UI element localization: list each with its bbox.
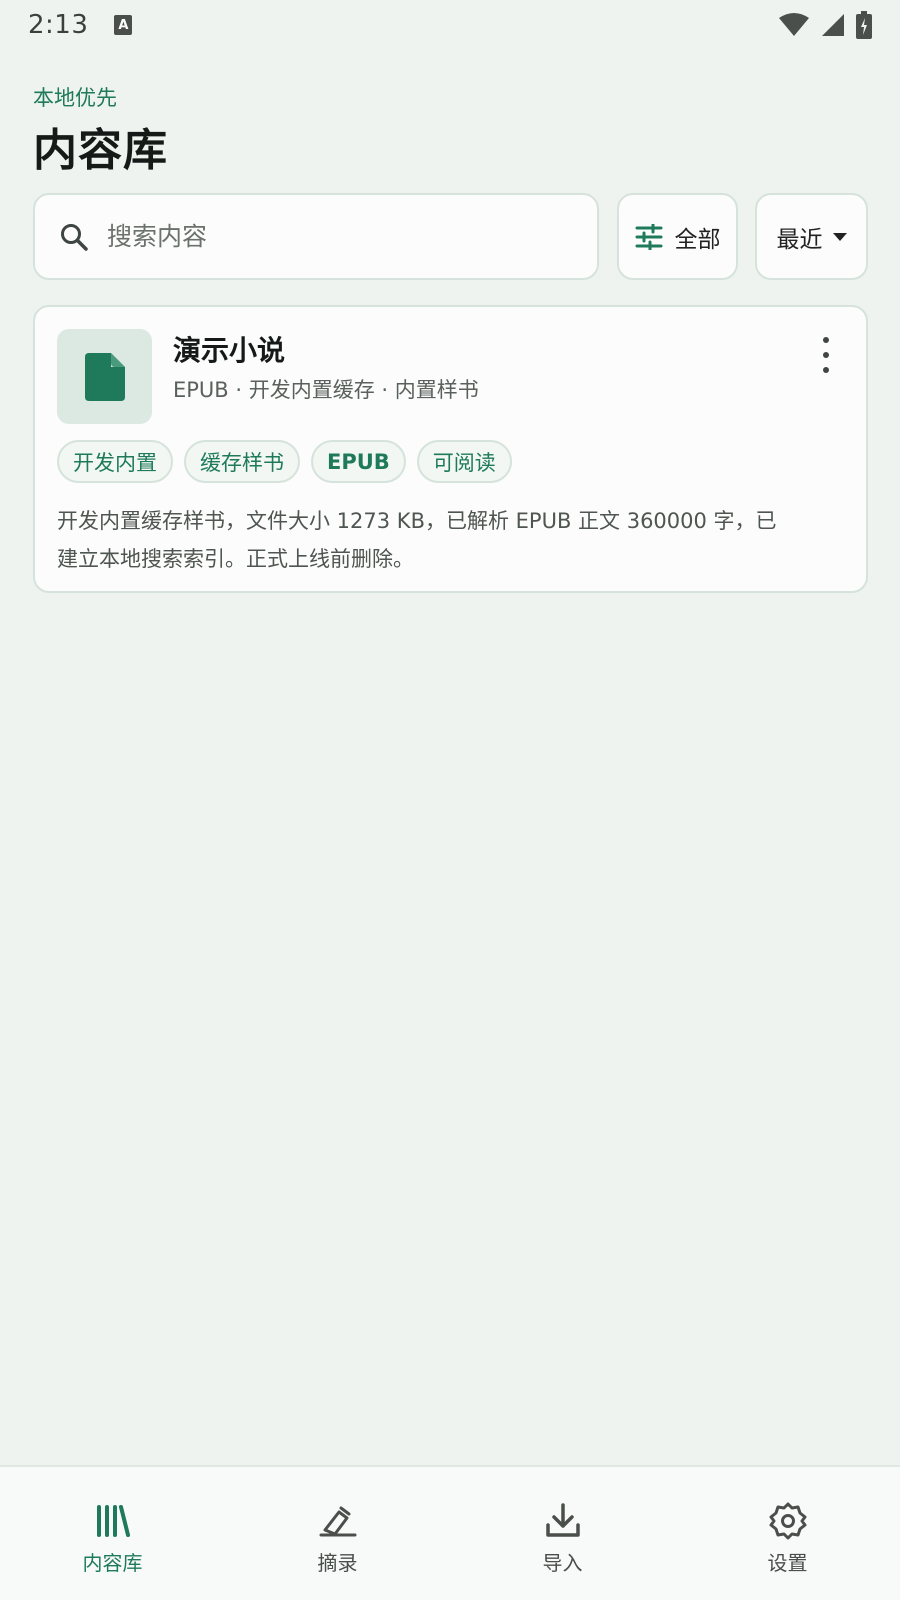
page-title: 内容库: [33, 125, 168, 176]
document-icon: [84, 352, 125, 401]
tag-chip: 可阅读: [416, 440, 512, 483]
dropdown-arrow-icon: [832, 232, 847, 241]
content-card[interactable]: 演示小说 EPUB · 开发内置缓存 · 内置样书 开发内置 缓存样书 EPUB…: [33, 305, 868, 593]
status-bar: 2:13 A: [0, 0, 900, 50]
card-description: 开发内置缓存样书，文件大小 1273 KB，已解析 EPUB 正文 360000…: [57, 509, 777, 571]
filter-button[interactable]: 全部: [617, 193, 738, 280]
sort-label: 最近: [776, 226, 823, 253]
status-time: 2:13: [28, 10, 89, 40]
sort-dropdown[interactable]: 最近: [755, 193, 868, 280]
tune-icon: [635, 223, 662, 250]
card-title: 演示小说: [173, 334, 286, 367]
app-notification-icon: A: [114, 15, 133, 35]
nav-item-settings[interactable]: 设置: [675, 1467, 900, 1600]
battery-icon: [856, 11, 872, 39]
nav-label: 导入: [542, 1551, 583, 1575]
tag-list: 开发内置 缓存样书 EPUB 可阅读: [57, 440, 512, 483]
filter-label: 全部: [674, 226, 721, 253]
header: 本地优先 内容库: [33, 82, 168, 178]
download-icon: [543, 1501, 583, 1541]
bottom-navigation: 内容库 摘录 导入 设置: [0, 1465, 900, 1600]
tag-chip: 开发内置: [57, 440, 173, 483]
cell-signal-icon: [822, 14, 844, 36]
nav-label: 摘录: [317, 1551, 358, 1575]
wifi-icon: [779, 13, 809, 36]
nav-item-import[interactable]: 导入: [450, 1467, 675, 1600]
nav-item-excerpts[interactable]: 摘录: [225, 1467, 450, 1600]
tag-chip: 缓存样书: [184, 440, 300, 483]
card-thumbnail: [57, 329, 152, 424]
search-box[interactable]: [33, 193, 599, 280]
nav-label: 内容库: [82, 1551, 143, 1575]
nav-item-library[interactable]: 内容库: [0, 1467, 225, 1600]
search-icon: [61, 223, 88, 251]
card-meta: EPUB · 开发内置缓存 · 内置样书: [173, 378, 479, 402]
page-eyebrow: 本地优先: [33, 86, 117, 110]
library-icon: [93, 1501, 133, 1541]
highlight-icon: [318, 1501, 358, 1541]
nav-label: 设置: [767, 1551, 808, 1575]
search-input[interactable]: [107, 222, 547, 251]
gear-icon: [768, 1501, 808, 1541]
tag-chip: EPUB: [311, 440, 406, 483]
status-icons: [778, 11, 872, 39]
more-options-icon[interactable]: [816, 337, 836, 373]
